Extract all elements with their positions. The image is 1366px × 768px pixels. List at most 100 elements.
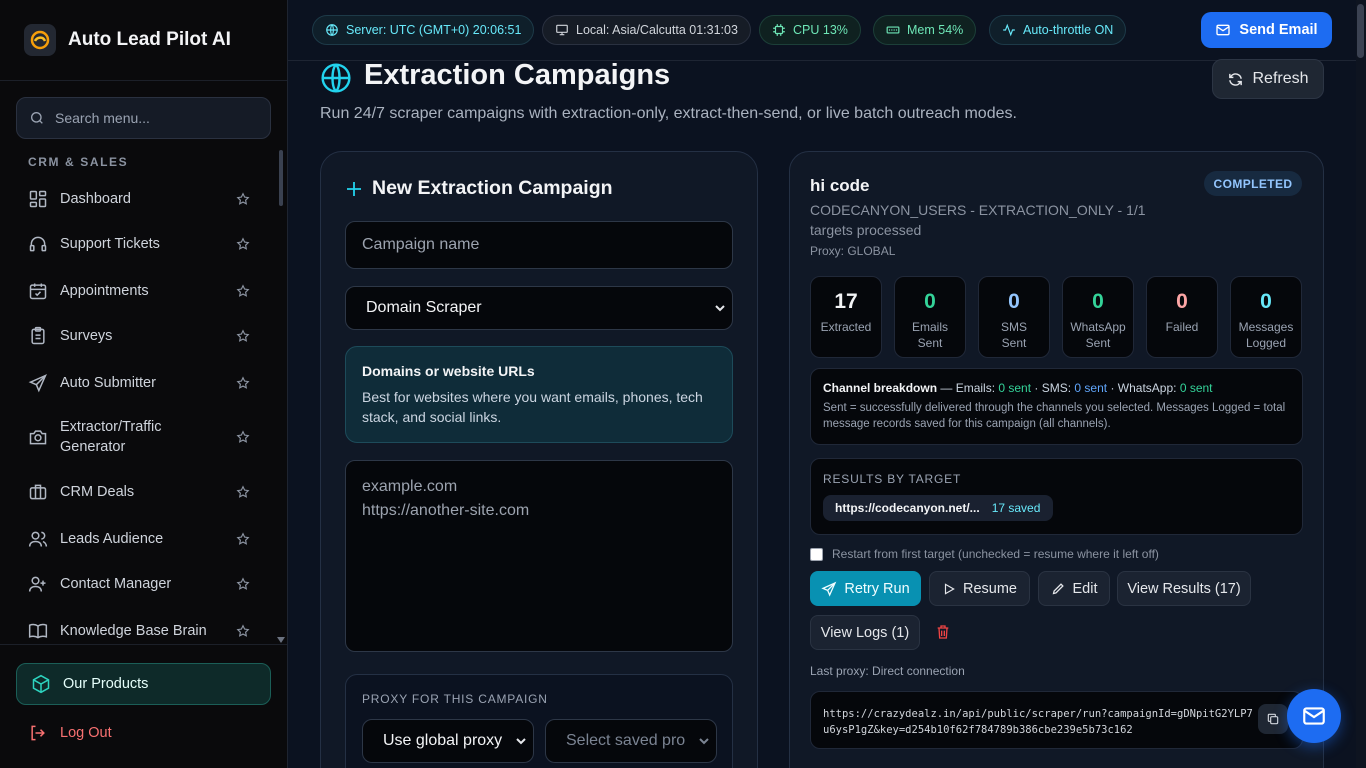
sidebar-item-auto-submitter[interactable]: Auto Submitter: [28, 373, 250, 393]
sidebar-item-crm-deals[interactable]: CRM Deals: [28, 482, 250, 502]
domains-textarea[interactable]: example.com https://another-site.com: [345, 460, 733, 652]
sidebar-item-extractor[interactable]: Extractor/Traffic Generator: [28, 417, 250, 457]
saved-proxy-placeholder: Select saved pro: [566, 732, 686, 749]
mem-pill: Mem 54%: [873, 15, 977, 45]
search-input[interactable]: Search menu...: [16, 97, 271, 139]
target-url: https://codecanyon.net/...: [835, 501, 980, 515]
logout-icon: [31, 725, 45, 741]
our-products-label: Our Products: [63, 676, 149, 692]
mem-usage: Mem 54%: [907, 23, 964, 37]
breakdown-emails: 0 sent: [998, 381, 1032, 395]
resume-button[interactable]: Resume: [929, 571, 1030, 606]
new-campaign-title: New Extraction Campaign: [346, 177, 613, 200]
stat-sms-sent: 0 SMS Sent: [978, 276, 1050, 358]
sidebar-item-appointments[interactable]: Appointments: [28, 281, 250, 301]
view-logs-button[interactable]: View Logs (1): [810, 615, 920, 650]
user-icon: [28, 576, 46, 592]
sidebar-item-dashboard[interactable]: Dashboard: [28, 189, 250, 209]
retry-run-button[interactable]: Retry Run: [810, 571, 921, 606]
star-icon[interactable]: [236, 624, 250, 638]
email-fab-button[interactable]: [1287, 689, 1341, 743]
sidebar-item-label: Extractor/Traffic Generator: [60, 419, 162, 455]
domains-placeholder-line: example.com: [362, 478, 458, 495]
breakdown-note: Sent = successfully delivered through th…: [823, 402, 1286, 430]
brand[interactable]: Auto Lead Pilot AI: [0, 0, 287, 81]
star-icon[interactable]: [236, 532, 250, 546]
target-chip[interactable]: https://codecanyon.net/... 17 saved: [823, 495, 1053, 521]
logout-label: Log Out: [60, 725, 112, 741]
page-scrollbar-thumb[interactable]: [1357, 4, 1364, 58]
search-placeholder: Search menu...: [55, 110, 150, 126]
trash-icon[interactable]: [935, 624, 951, 640]
results-by-target: RESULTS BY TARGET https://codecanyon.net…: [810, 458, 1303, 535]
cpu-icon: [773, 24, 785, 36]
page-subtitle: Run 24/7 scraper campaigns with extracti…: [320, 105, 1017, 122]
star-icon[interactable]: [236, 376, 250, 390]
view-results-button[interactable]: View Results (17): [1117, 571, 1251, 606]
edit-button[interactable]: Edit: [1038, 571, 1110, 606]
plus-icon: [347, 181, 361, 196]
sidebar-item-label: Appointments: [60, 283, 149, 299]
view-logs-label: View Logs (1): [820, 624, 910, 641]
copy-button[interactable]: [1258, 704, 1288, 734]
sidebar-item-knowledge-base[interactable]: Knowledge Base Brain: [28, 621, 250, 641]
restart-checkbox[interactable]: [810, 547, 823, 561]
campaign-name-input[interactable]: Campaign name: [345, 221, 733, 269]
topbar: Server: UTC (GMT+0) 20:06:51 Local: Asia…: [288, 0, 1366, 61]
send-icon: [821, 581, 837, 597]
run-url[interactable]: https://crazydealz.in/api/public/scraper…: [823, 706, 1253, 738]
briefcase-icon: [29, 484, 47, 500]
star-icon[interactable]: [236, 430, 250, 444]
stat-value: 0: [924, 290, 936, 313]
scraper-type-select[interactable]: Domain Scraper: [345, 286, 733, 330]
globe-icon: [326, 24, 338, 36]
sidebar-item-surveys[interactable]: Surveys: [28, 326, 250, 346]
refresh-button[interactable]: Refresh: [1212, 59, 1324, 99]
logo-icon: [24, 24, 56, 56]
app-name: Auto Lead Pilot AI: [68, 29, 231, 50]
info-title: Domains or website URLs: [362, 363, 535, 379]
last-proxy: Last proxy: Direct connection: [810, 664, 965, 678]
breakdown-whatsapp: 0 sent: [1179, 381, 1213, 395]
edit-label: Edit: [1072, 580, 1098, 597]
saved-proxy-select[interactable]: Select saved pro: [545, 719, 717, 763]
local-time-pill: Local: Asia/Calcutta 01:31:03: [542, 15, 751, 45]
stat-emails-sent: 0 Emails Sent: [894, 276, 966, 358]
star-icon[interactable]: [236, 485, 250, 499]
restart-option[interactable]: Restart from first target (unchecked = r…: [810, 547, 1159, 561]
star-icon[interactable]: [236, 329, 250, 343]
our-products-button[interactable]: Our Products: [16, 663, 271, 705]
stat-label: Failed: [1165, 320, 1199, 334]
sidebar-item-support-tickets[interactable]: Support Tickets: [28, 234, 250, 254]
domains-placeholder-line: https://another-site.com: [362, 502, 530, 519]
send-email-button[interactable]: Send Email: [1201, 12, 1332, 48]
scroll-down-icon[interactable]: [277, 637, 285, 643]
page-scrollbar[interactable]: [1356, 0, 1366, 768]
mail-icon: [1216, 24, 1231, 36]
run-url-box: https://crazydealz.in/api/public/scraper…: [810, 691, 1303, 749]
chevron-down-icon: [516, 738, 526, 745]
stat-value: 17: [834, 290, 858, 313]
refresh-label: Refresh: [1252, 70, 1309, 87]
breakdown-sms-label: · SMS:: [1031, 381, 1075, 395]
breakdown-emails-label: — Emails:: [937, 381, 999, 395]
star-icon[interactable]: [236, 284, 250, 298]
channel-breakdown: Channel breakdown — Emails: 0 sent · SMS…: [810, 368, 1303, 445]
mail-icon: [1303, 707, 1325, 725]
logout-button[interactable]: Log Out: [28, 723, 112, 743]
star-icon[interactable]: [236, 577, 250, 591]
stat-label: WhatsApp Sent: [1070, 320, 1126, 350]
camera-icon: [29, 430, 47, 445]
resume-label: Resume: [963, 580, 1017, 597]
breakdown-sms: 0 sent: [1074, 381, 1108, 395]
throttle-pill: Auto-throttle ON: [989, 15, 1127, 45]
campaign-name-placeholder: Campaign name: [362, 236, 480, 253]
star-icon[interactable]: [236, 237, 250, 251]
sidebar-scrollbar[interactable]: [279, 150, 283, 206]
sidebar-item-leads-audience[interactable]: Leads Audience: [28, 529, 250, 549]
sidebar-item-label: Knowledge Base Brain: [60, 623, 207, 639]
sidebar-item-contact-manager[interactable]: Contact Manager: [28, 574, 250, 594]
stat-value: 0: [1092, 290, 1104, 313]
proxy-mode-select[interactable]: Use global proxy: [362, 719, 534, 763]
star-icon[interactable]: [236, 192, 250, 206]
